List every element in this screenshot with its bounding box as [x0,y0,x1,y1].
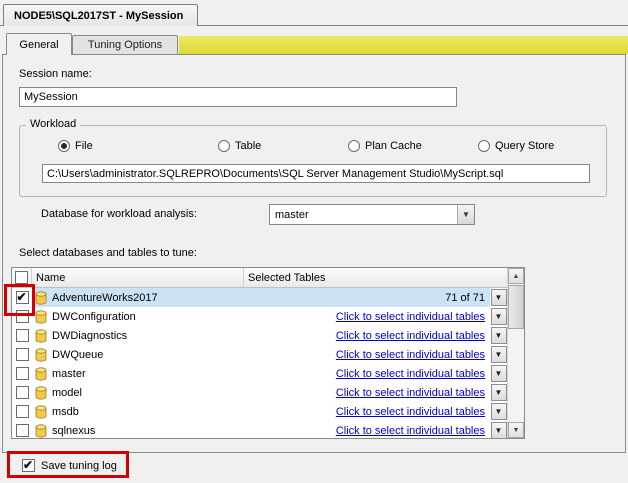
tune-section-label: Select databases and tables to tune: [19,247,197,259]
database-name: model [52,386,82,399]
database-name: AdventureWorks2017 [52,291,158,304]
row-checkbox[interactable] [15,405,29,418]
row-dropdown-button[interactable]: ▼ [490,346,507,363]
radio-table[interactable]: Table [218,140,261,152]
row-dropdown-button[interactable]: ▼ [490,327,507,344]
session-name-label: Session name: [19,68,92,80]
row-dropdown-button[interactable]: ▼ [490,289,507,306]
select-tables-link[interactable]: Click to select individual tables [336,311,485,323]
row-dropdown-button[interactable]: ▼ [490,422,507,438]
tab-tuning-options[interactable]: Tuning Options [72,35,178,54]
column-header-selected-tables[interactable]: Selected Tables [244,268,524,287]
radio-plan-cache-label: Plan Cache [365,140,422,152]
session-document-tab[interactable]: NODE5\SQL2017ST - MySession [3,4,199,26]
radio-file-label: File [75,140,93,152]
database-icon [35,404,47,419]
radio-query-store[interactable]: Query Store [478,140,554,152]
radio-table-label: Table [235,140,262,152]
session-name-input[interactable] [19,87,457,107]
workload-file-path-input[interactable] [42,164,590,183]
database-icon [35,423,47,438]
table-row[interactable]: AdventureWorks2017 71 of 71 ▼ [12,288,524,307]
annotation-box-save-tuning-log [7,451,129,478]
table-scrollbar[interactable]: ▲ ▼ [507,268,524,438]
table-row[interactable]: DWQueue Click to select individual table… [12,345,524,364]
row-checkbox[interactable] [15,386,29,399]
row-dropdown-button[interactable]: ▼ [490,308,507,325]
database-icon [35,309,47,324]
select-tables-link[interactable]: Click to select individual tables [336,425,485,437]
row-dropdown-button[interactable]: ▼ [490,365,507,382]
column-header-name[interactable]: Name [32,268,244,287]
row-dropdown-button[interactable]: ▼ [490,384,507,401]
table-row[interactable]: msdb Click to select individual tables ▼ [12,402,524,421]
row-checkbox[interactable] [15,424,29,437]
table-row[interactable]: DWConfiguration Click to select individu… [12,307,524,326]
database-name: DWQueue [52,348,104,361]
radio-plan-cache-circle[interactable] [348,140,360,152]
database-name: msdb [52,405,79,418]
tab-tuning-options-label: Tuning Options [87,39,163,51]
database-analysis-label: Database for workload analysis: [41,208,197,220]
select-tables-link[interactable]: Click to select individual tables [336,406,485,418]
database-name: DWConfiguration [52,310,136,323]
workload-groupbox: Workload File Table Plan Cache Query Sto… [19,118,607,197]
database-icon [35,347,47,362]
database-analysis-dropdown[interactable]: master ▼ [269,204,475,225]
select-tables-link[interactable]: Click to select individual tables [336,349,485,361]
tab-general[interactable]: General [6,33,72,55]
table-header-row: Name Selected Tables [12,268,524,288]
chevron-down-icon[interactable]: ▼ [457,205,474,224]
select-tables-link[interactable]: Click to select individual tables [336,330,485,342]
database-name: sqlnexus [52,424,96,437]
radio-query-store-label: Query Store [495,140,555,152]
radio-file-circle[interactable] [58,140,70,152]
databases-table: Name Selected Tables AdventureWorks2017 … [11,267,525,439]
database-icon [35,366,47,381]
general-tab-panel: Session name: Workload File Table Plan C… [2,54,626,453]
table-row[interactable]: sqlnexus Click to select individual tabl… [12,421,524,438]
tuning-advisor-window: NODE5\SQL2017ST - MySession General Tuni… [0,0,628,483]
workload-group-label: Workload [26,118,81,130]
tab-strip-accent [179,36,628,54]
scrollbar-thumb[interactable] [508,285,524,329]
session-document-tab-label: NODE5\SQL2017ST - MySession [14,9,184,22]
table-row[interactable]: master Click to select individual tables… [12,364,524,383]
radio-file[interactable]: File [58,140,93,152]
tab-general-label: General [19,38,59,51]
database-icon [35,385,47,400]
row-checkbox[interactable] [15,367,29,380]
database-icon [35,328,47,343]
row-dropdown-button[interactable]: ▼ [490,403,507,420]
row-checkbox[interactable] [15,348,29,361]
radio-query-store-circle[interactable] [478,140,490,152]
select-tables-link[interactable]: Click to select individual tables [336,387,485,399]
annotation-box-row-checkbox [4,284,35,316]
database-analysis-dropdown-value: master [275,208,309,221]
select-tables-link[interactable]: Click to select individual tables [336,368,485,380]
scroll-down-icon[interactable]: ▼ [508,422,524,438]
radio-plan-cache[interactable]: Plan Cache [348,140,422,152]
row-checkbox[interactable] [15,329,29,342]
database-icon [35,290,47,305]
database-name: DWDiagnostics [52,329,128,342]
scroll-up-icon[interactable]: ▲ [508,268,524,284]
radio-table-circle[interactable] [218,140,230,152]
database-name: master [52,367,86,380]
selected-tables-count: 71 of 71 [445,291,485,304]
select-all-checkbox[interactable] [15,271,28,284]
table-row[interactable]: model Click to select individual tables … [12,383,524,402]
table-row[interactable]: DWDiagnostics Click to select individual… [12,326,524,345]
